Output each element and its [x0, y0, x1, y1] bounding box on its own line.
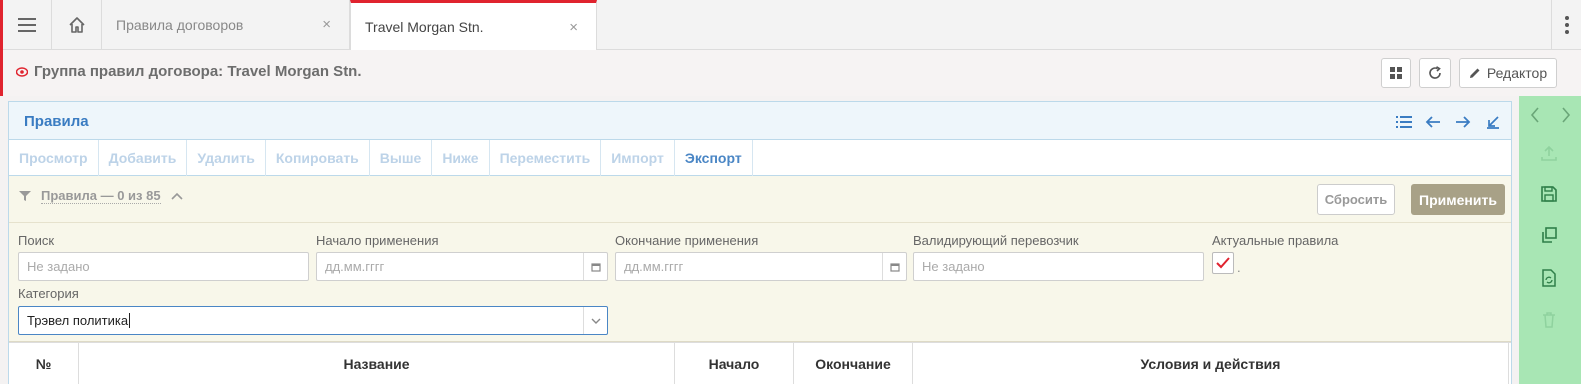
carrier-placeholder: Не задано: [922, 259, 985, 274]
tab-travel-morgan[interactable]: Travel Morgan Stn. ×: [350, 0, 597, 50]
list-view-icon[interactable]: [1393, 111, 1415, 133]
copy-button[interactable]: Копировать: [266, 140, 370, 176]
move-down-button[interactable]: Ниже: [432, 140, 490, 176]
category-value: Трэвел политика: [27, 313, 129, 328]
trash-icon[interactable]: [1537, 308, 1561, 332]
carrier-label: Валидирующий перевозчик: [913, 233, 1079, 248]
collapse-icon[interactable]: [1482, 111, 1504, 133]
editor-button[interactable]: Редактор: [1459, 58, 1557, 88]
carrier-input[interactable]: Не задано: [913, 252, 1204, 281]
search-label: Поиск: [18, 233, 55, 248]
move-up-button[interactable]: Выше: [370, 140, 433, 176]
kebab-icon: [1564, 15, 1569, 34]
filter-area: Правила — 0 из 85 Сбросить Применить Пои…: [9, 176, 1511, 342]
hamburger-icon: [18, 17, 36, 32]
hamburger-menu-button[interactable]: [3, 0, 52, 49]
close-icon[interactable]: ×: [569, 19, 578, 36]
start-date-input[interactable]: дд.мм.гггг: [316, 252, 608, 281]
column-header-start[interactable]: Начало: [675, 343, 794, 384]
rules-panel: Правила Просмотр Добавить Удалить Копиро…: [8, 101, 1512, 384]
column-header-end[interactable]: Окончание: [794, 343, 913, 384]
refresh-icon: [1429, 66, 1441, 79]
layout-button[interactable]: [1381, 58, 1411, 88]
save-icon[interactable]: [1537, 182, 1561, 206]
panel-header: Правила: [9, 102, 1511, 140]
checkmark-icon: [1216, 257, 1230, 269]
panel-title: Правила: [24, 113, 89, 130]
category-label: Категория: [18, 286, 79, 301]
side-action-rail: [1519, 96, 1581, 384]
export-button[interactable]: Экспорт: [675, 140, 753, 176]
home-button[interactable]: [52, 0, 102, 49]
reset-button[interactable]: Сбросить: [1317, 184, 1395, 215]
upload-icon[interactable]: [1537, 141, 1561, 165]
divider: [9, 222, 1511, 223]
page-title-text: Группа правил договора: Travel Morgan St…: [34, 63, 362, 80]
editor-label: Редактор: [1486, 65, 1548, 81]
end-date-input[interactable]: дд.мм.гггг: [615, 252, 907, 281]
category-select[interactable]: Трэвел политика: [18, 306, 608, 335]
page-header: Группа правил договора: Travel Morgan St…: [0, 50, 1581, 96]
tab-bar: Правила договоров × Travel Morgan Stn. ×: [0, 0, 1581, 50]
home-icon: [68, 16, 85, 33]
import-button[interactable]: Импорт: [601, 140, 675, 176]
rules-toolbar: Просмотр Добавить Удалить Копировать Выш…: [9, 140, 1511, 176]
refresh-button[interactable]: [1419, 58, 1451, 88]
filter-summary-text[interactable]: Правила — 0 из 85: [41, 188, 161, 204]
close-icon[interactable]: ×: [322, 16, 331, 33]
chevron-down-icon[interactable]: [583, 307, 607, 334]
arrow-left-icon[interactable]: [1422, 111, 1444, 133]
apply-button[interactable]: Применить: [1411, 184, 1505, 215]
filter-icon: [19, 191, 31, 201]
tab-contract-rules[interactable]: Правила договоров ×: [102, 0, 350, 49]
more-menu-button[interactable]: [1551, 0, 1581, 49]
view-button[interactable]: Просмотр: [9, 140, 99, 176]
actual-rules-checkbox[interactable]: [1212, 252, 1234, 274]
end-date-placeholder: дд.мм.гггг: [624, 259, 684, 274]
add-button[interactable]: Добавить: [99, 140, 188, 176]
pencil-icon: [1469, 68, 1480, 78]
chevron-left-icon[interactable]: [1530, 107, 1540, 123]
checkbox-suffix: .: [1237, 260, 1241, 275]
copy-icon[interactable]: [1537, 223, 1561, 247]
end-date-label: Окончание применения: [615, 233, 759, 248]
search-placeholder: Не задано: [27, 259, 90, 274]
filter-summary: Правила — 0 из 85: [19, 188, 183, 204]
page-title: Группа правил договора: Travel Morgan St…: [16, 63, 362, 80]
table-header: № Название Начало Окончание Условия и де…: [9, 342, 1511, 384]
column-header-conditions[interactable]: Условия и действия: [913, 343, 1509, 384]
tab-label: Правила договоров: [116, 16, 244, 33]
text-cursor: [129, 313, 131, 328]
start-date-placeholder: дд.мм.гггг: [325, 259, 385, 274]
tab-label: Travel Morgan Stn.: [365, 18, 484, 35]
actual-rules-label: Актуальные правила: [1212, 233, 1339, 248]
arrow-right-icon[interactable]: [1452, 111, 1474, 133]
file-refresh-icon[interactable]: [1537, 266, 1561, 290]
grid-icon: [1390, 67, 1402, 79]
column-header-number[interactable]: №: [9, 343, 79, 384]
rail-nav: [1519, 96, 1581, 134]
column-header-name[interactable]: Название: [79, 343, 675, 384]
calendar-icon[interactable]: [583, 253, 607, 280]
chevron-up-icon[interactable]: [171, 192, 183, 200]
move-button[interactable]: Переместить: [490, 140, 602, 176]
eye-icon: [16, 66, 28, 77]
search-input[interactable]: Не задано: [18, 252, 309, 281]
chevron-right-icon[interactable]: [1561, 107, 1571, 123]
accent-stripe: [0, 50, 3, 96]
delete-button[interactable]: Удалить: [187, 140, 266, 176]
start-date-label: Начало применения: [316, 233, 439, 248]
calendar-icon[interactable]: [882, 253, 906, 280]
